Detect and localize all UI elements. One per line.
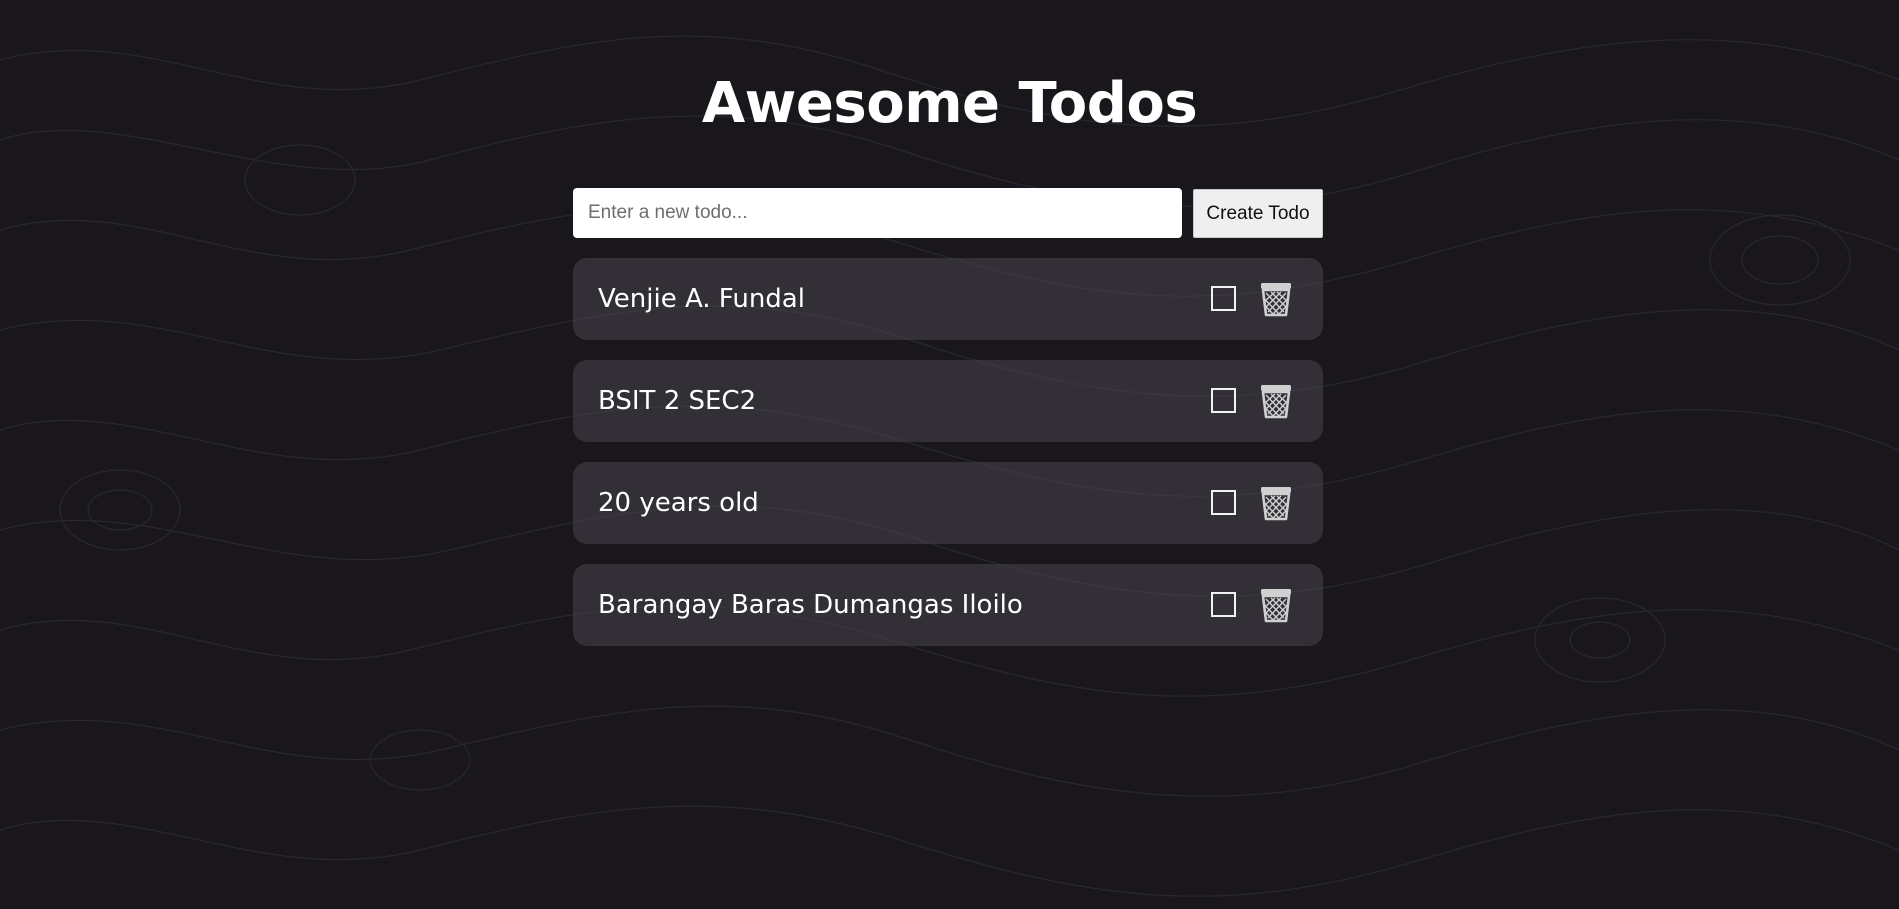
todo-item: Barangay Baras Dumangas Iloilo (573, 564, 1323, 646)
complete-checkbox[interactable] (1211, 592, 1236, 617)
new-todo-form: Create Todo (573, 188, 1323, 238)
todo-item: Venjie A. Fundal (573, 258, 1323, 340)
todo-text: BSIT 2 SEC2 (598, 386, 757, 416)
trash-bin-icon[interactable] (1259, 587, 1293, 623)
complete-checkbox[interactable] (1211, 388, 1236, 413)
create-todo-button[interactable]: Create Todo (1193, 189, 1323, 238)
trash-bin-icon[interactable] (1259, 485, 1293, 521)
new-todo-input[interactable] (573, 188, 1182, 238)
trash-bin-icon[interactable] (1259, 281, 1293, 317)
todo-text: Barangay Baras Dumangas Iloilo (598, 590, 1023, 620)
todo-item: BSIT 2 SEC2 (573, 360, 1323, 442)
page-title: Awesome Todos (701, 71, 1198, 136)
todo-text: 20 years old (598, 488, 759, 518)
todo-item: 20 years old (573, 462, 1323, 544)
trash-bin-icon[interactable] (1259, 383, 1293, 419)
todo-list: Venjie A. Fundal BSIT 2 SEC2 20 years ol… (573, 258, 1323, 666)
todo-text: Venjie A. Fundal (598, 284, 805, 314)
complete-checkbox[interactable] (1211, 490, 1236, 515)
todo-app: Awesome Todos Create Todo Venjie A. Fund… (0, 0, 1899, 909)
complete-checkbox[interactable] (1211, 286, 1236, 311)
